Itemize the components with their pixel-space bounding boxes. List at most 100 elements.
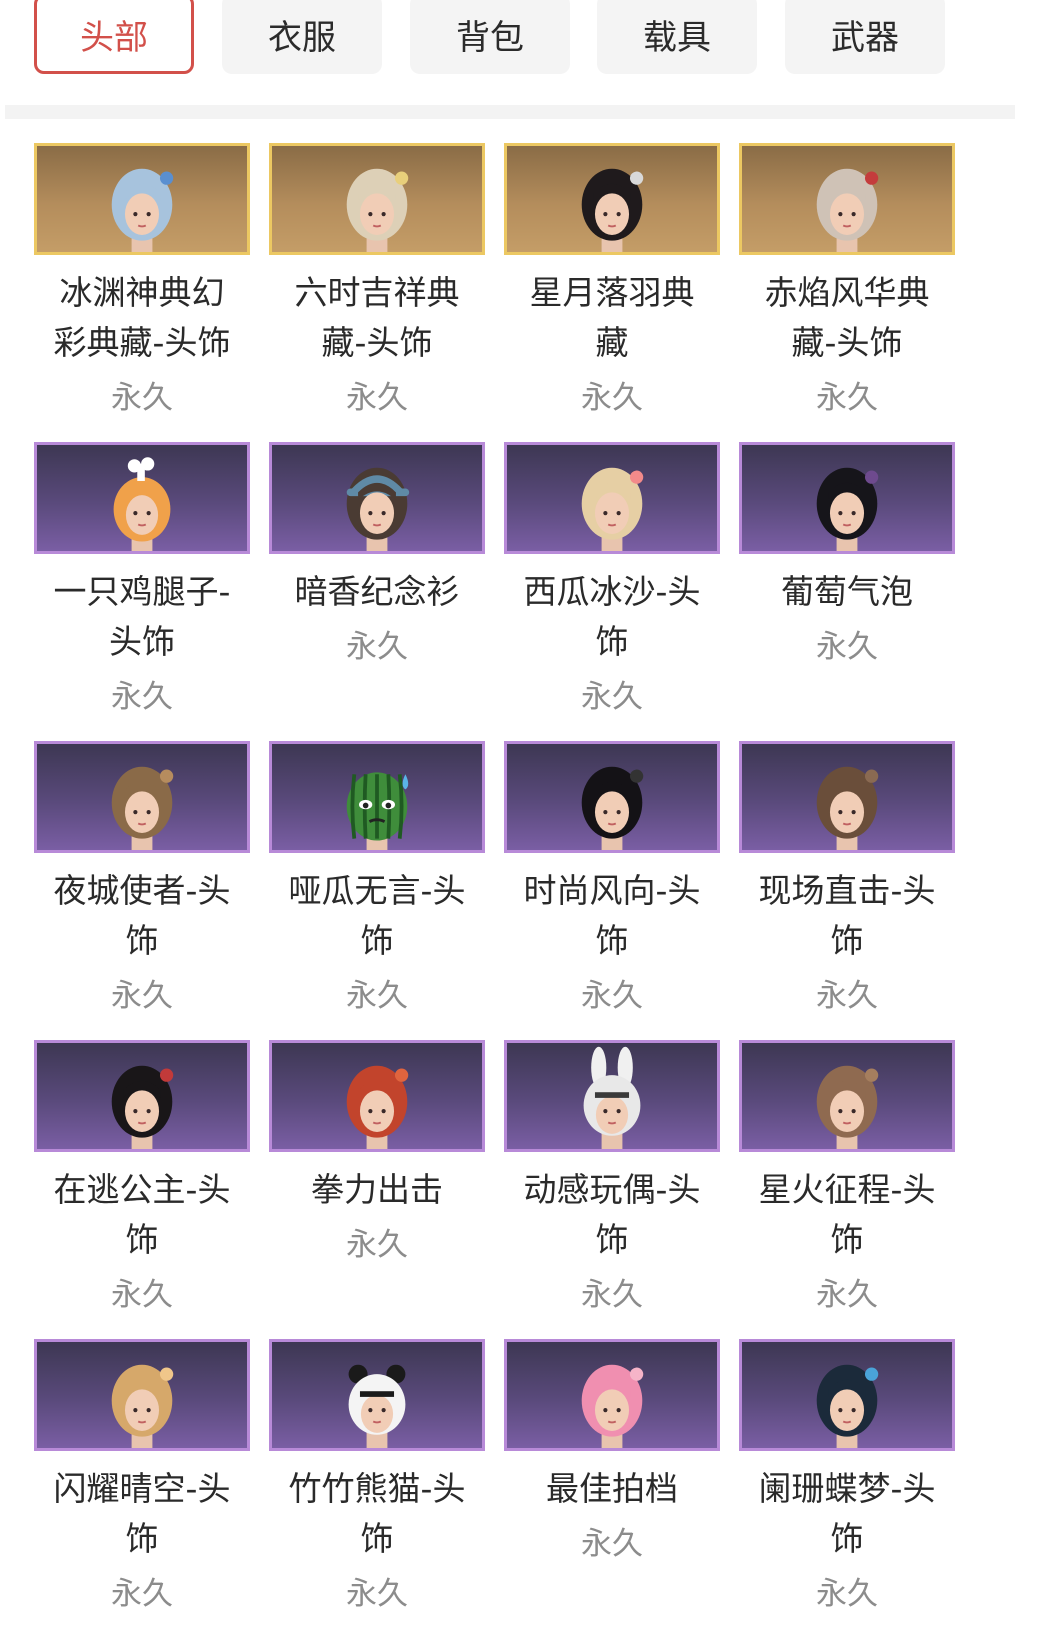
costume-duration: 永久	[816, 380, 878, 416]
character-head-icon	[583, 1046, 641, 1149]
costume-duration: 永久	[346, 380, 408, 416]
costume-name: 最佳拍档	[494, 1464, 730, 1514]
character-head-icon	[581, 467, 644, 551]
costume-thumbnail[interactable]	[739, 741, 955, 853]
costume-name: 动感玩偶-头饰	[494, 1165, 730, 1265]
costume-thumbnail[interactable]	[504, 741, 720, 853]
costume-name-line: 现场直击-头	[758, 871, 936, 910]
costume-thumbnail[interactable]	[504, 1339, 720, 1451]
costume-name: 星月落羽典藏	[494, 268, 730, 368]
costume-name-line: 饰	[830, 1220, 864, 1259]
costume-duration: 永久	[111, 380, 173, 416]
character-head-icon	[111, 1065, 174, 1149]
costume-thumbnail[interactable]	[34, 1040, 250, 1152]
costume-thumbnail[interactable]	[34, 1339, 250, 1451]
costume-thumbnail[interactable]	[269, 1339, 485, 1451]
costume-duration: 永久	[346, 1227, 408, 1263]
costume-thumbnail[interactable]	[34, 442, 250, 554]
costume-name: 星火征程-头饰	[729, 1165, 965, 1265]
character-head-icon	[346, 168, 409, 252]
costume-duration: 永久	[581, 1526, 643, 1562]
costume-name-line: 竹竹熊猫-头	[288, 1469, 466, 1508]
costume-name-line: 暗香纪念衫	[294, 572, 460, 611]
character-head-icon	[348, 1364, 406, 1448]
costume-duration: 永久	[111, 679, 173, 715]
costume-name-line: 拳力出击	[311, 1170, 443, 1209]
costume-name-line: 在逃公主-头	[53, 1170, 231, 1209]
costume-name-line: 彩典藏-头饰	[53, 323, 231, 362]
character-head-icon	[113, 457, 171, 551]
costume-duration: 永久	[111, 978, 173, 1014]
character-head-icon	[346, 772, 409, 850]
character-head-icon	[346, 1065, 409, 1149]
costume-name: 竹竹熊猫-头饰	[259, 1464, 495, 1564]
character-head-icon	[816, 1364, 879, 1448]
costume-thumbnail[interactable]	[739, 1040, 955, 1152]
character-head-icon	[816, 168, 879, 252]
costume-name-line: 饰	[125, 1519, 159, 1558]
costume-duration: 永久	[816, 1576, 878, 1612]
character-head-icon	[111, 766, 174, 850]
costume-name: 一只鸡腿子- 头饰	[24, 567, 260, 667]
costume-duration: 永久	[346, 1576, 408, 1612]
costume-name: 阑珊蝶梦-头饰	[729, 1464, 965, 1564]
costume-name-line: 夜城使者-头	[53, 871, 231, 910]
costume-name-line: 西瓜冰沙-头	[523, 572, 701, 611]
costume-thumbnail[interactable]	[504, 442, 720, 554]
costume-thumbnail[interactable]	[739, 442, 955, 554]
costume-duration: 永久	[816, 1277, 878, 1313]
costume-name-line: 饰	[595, 622, 629, 661]
costume-thumbnail[interactable]	[269, 143, 485, 255]
costume-name-line: 头饰	[109, 622, 175, 661]
costume-thumbnail[interactable]	[269, 741, 485, 853]
costume-name: 在逃公主-头饰	[24, 1165, 260, 1265]
costume-duration: 永久	[111, 1277, 173, 1313]
costume-name-line: 阑珊蝶梦-头	[758, 1469, 936, 1508]
costume-thumbnail[interactable]	[739, 143, 955, 255]
costume-name-line: 饰	[360, 921, 394, 960]
costume-duration: 永久	[346, 629, 408, 665]
costume-name-line: 赤焰风华典	[764, 273, 930, 312]
character-head-icon	[346, 467, 410, 551]
character-head-icon	[816, 766, 879, 850]
costume-name-line: 饰	[125, 921, 159, 960]
costume-name-line: 藏-头饰	[321, 323, 433, 362]
costume-name: 哑瓜无言-头饰	[259, 866, 495, 966]
costume-duration: 永久	[111, 1576, 173, 1612]
costume-name-line: 饰	[125, 1220, 159, 1259]
costume-duration: 永久	[581, 1277, 643, 1313]
costume-name-line: 藏-头饰	[791, 323, 903, 362]
character-head-icon	[581, 1364, 644, 1448]
character-head-icon	[111, 1364, 174, 1448]
costume-name: 六时吉祥典藏-头饰	[259, 268, 495, 368]
costume-duration: 永久	[581, 679, 643, 715]
costume-name-line: 冰渊神典幻	[59, 273, 225, 312]
character-head-icon	[816, 1065, 879, 1149]
costume-thumbnail[interactable]	[504, 1040, 720, 1152]
costume-name-line: 六时吉祥典	[294, 273, 460, 312]
costume-duration: 永久	[816, 629, 878, 665]
costume-name-line: 饰	[595, 921, 629, 960]
costume-duration: 永久	[581, 380, 643, 416]
character-head-icon	[111, 168, 174, 252]
costume-duration: 永久	[816, 978, 878, 1014]
costume-thumbnail[interactable]	[34, 143, 250, 255]
costume-thumbnail[interactable]	[504, 143, 720, 255]
costume-name-line: 闪耀晴空-头	[53, 1469, 231, 1508]
costume-name-line: 藏	[595, 323, 629, 362]
costume-name: 葡萄气泡	[729, 567, 965, 617]
costume-name: 西瓜冰沙-头饰	[494, 567, 730, 667]
costume-thumbnail[interactable]	[739, 1339, 955, 1451]
costume-thumbnail[interactable]	[34, 741, 250, 853]
costume-name-line: 饰	[830, 921, 864, 960]
costume-page: 头部 衣服 背包 载具 武器 冰渊神典幻 彩典藏-头饰 永久 六时吉祥典 藏-头饰 永久星…	[0, 0, 1047, 1633]
costume-thumbnail[interactable]	[269, 442, 485, 554]
character-head-icon	[816, 467, 879, 551]
character-head-icon	[581, 766, 644, 850]
costume-name-line: 最佳拍档	[546, 1469, 678, 1508]
item-grid: 冰渊神典幻 彩典藏-头饰 永久 六时吉祥典 藏-头饰 永久 星月落羽典藏永久 赤焰风华典 藏-头…	[0, 0, 1047, 1633]
costume-name: 暗香纪念衫	[259, 567, 495, 617]
costume-thumbnail[interactable]	[269, 1040, 485, 1152]
costume-name: 拳力出击	[259, 1165, 495, 1215]
costume-name-line: 星月落羽典	[529, 273, 695, 312]
